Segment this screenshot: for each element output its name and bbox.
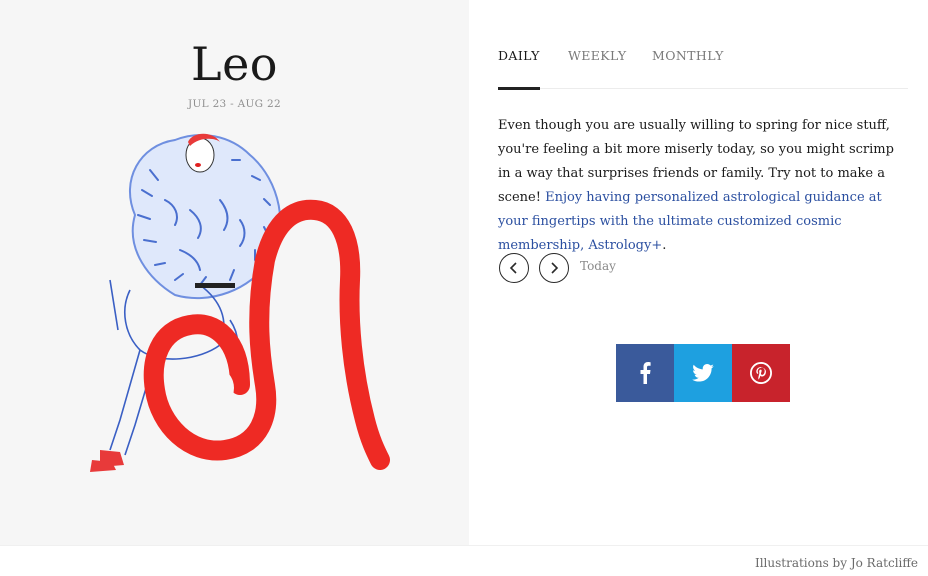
pinterest-icon: [750, 362, 772, 384]
twitter-share-button[interactable]: [674, 344, 732, 402]
horoscope-text: Even though you are usually willing to s…: [498, 114, 906, 258]
facebook-icon: [640, 362, 651, 384]
chevron-right-icon: [551, 262, 559, 274]
horoscope-trailing: .: [662, 238, 667, 253]
period-tabs: DAILY WEEKLY MONTHLY: [498, 0, 908, 90]
previous-day-button[interactable]: [499, 253, 529, 283]
current-day-label: Today: [580, 259, 616, 273]
sign-title: Leo: [191, 37, 278, 91]
footer-divider: [0, 545, 928, 546]
glyph-loop-hole: [190, 366, 234, 410]
illustration-credit: Illustrations by Jo Ratcliffe: [754, 556, 918, 570]
sign-dates: JUL 23 - AUG 22: [188, 98, 281, 110]
share-buttons: [616, 344, 790, 402]
next-day-button[interactable]: [539, 253, 569, 283]
illustration-panel: Leo JUL 23 - AUG 22: [0, 0, 469, 545]
pinterest-share-button[interactable]: [732, 344, 790, 402]
tab-daily[interactable]: DAILY: [498, 48, 540, 90]
belt: [195, 283, 235, 288]
astrology-plus-link[interactable]: Enjoy having personalized astrological g…: [498, 190, 882, 253]
chevron-left-icon: [509, 262, 517, 274]
tab-monthly[interactable]: MONTHLY: [652, 48, 724, 89]
facebook-share-button[interactable]: [616, 344, 674, 402]
leo-illustration: [90, 133, 390, 472]
horoscope-panel: DAILY WEEKLY MONTHLY Even though you are…: [469, 0, 928, 545]
twitter-icon: [692, 364, 714, 382]
tab-weekly[interactable]: WEEKLY: [568, 48, 627, 89]
